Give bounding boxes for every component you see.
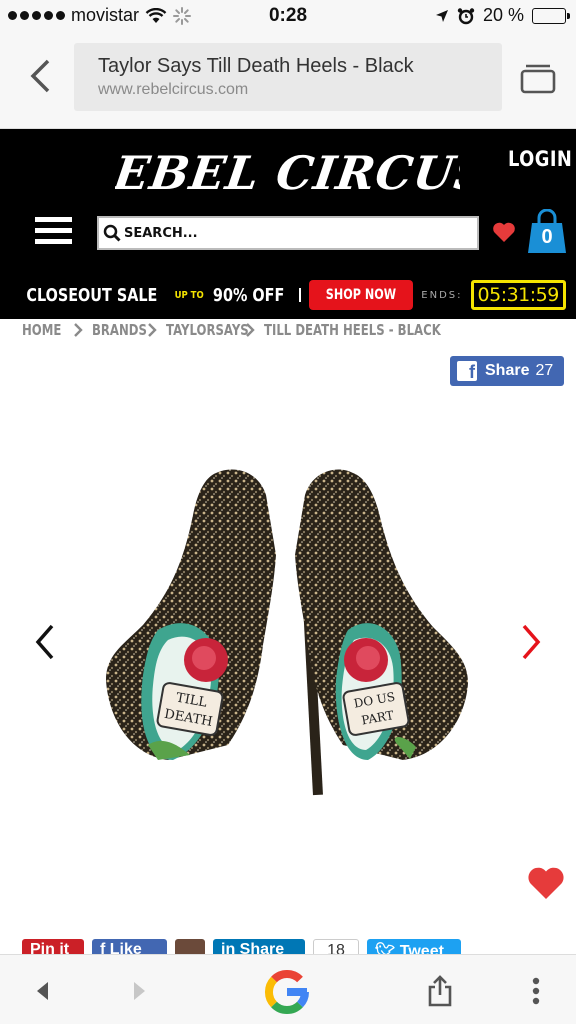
promo-countdown: 05:31:59 <box>470 280 566 310</box>
page-domain: www.rebelcircus.com <box>98 81 249 98</box>
share-icon <box>428 975 452 1007</box>
shop-now-label: SHOP NOW <box>326 287 397 303</box>
chevron-right-icon <box>522 624 541 660</box>
promo-up-to: UP TO <box>174 289 204 301</box>
triangle-right-icon <box>134 982 145 1000</box>
shop-now-button[interactable]: SHOP NOW <box>309 280 414 310</box>
previous-image-arrow[interactable] <box>30 622 60 662</box>
promo-banner: CLOSEOUT SALE UP TO 90% OFF SHOP NOW END… <box>0 277 576 313</box>
toolbar-forward-button[interactable] <box>122 973 158 1009</box>
search-box <box>97 216 479 250</box>
chevron-left-icon <box>30 59 50 93</box>
search-input[interactable] <box>124 225 464 241</box>
location-arrow-icon <box>435 9 448 22</box>
promo-ends-label: ENDS: <box>421 289 463 301</box>
triangle-left-icon <box>37 982 48 1000</box>
fb-share-label: Share <box>485 362 530 379</box>
google-g-icon <box>264 969 310 1014</box>
chevron-left-icon <box>35 624 54 660</box>
promo-closeout: CLOSEOUT SALE <box>26 284 158 306</box>
breadcrumb-home[interactable]: HOME <box>22 321 61 339</box>
menu-hamburger-icon[interactable] <box>35 217 72 245</box>
url-field[interactable]: Taylor Says Till Death Heels - Black www… <box>74 43 502 111</box>
google-home-button[interactable] <box>262 967 312 1017</box>
browser-toolbar <box>0 954 576 1024</box>
tabs-icon <box>520 64 556 94</box>
favorite-heart-icon[interactable] <box>527 866 565 900</box>
page-title: Taylor Says Till Death Heels - Black <box>98 55 414 77</box>
cart-button[interactable]: 0 <box>526 208 568 255</box>
facebook-share-button[interactable]: f Share 27 <box>450 356 564 386</box>
share-button[interactable] <box>422 973 458 1009</box>
status-right: 20 % <box>435 5 570 26</box>
product-image[interactable]: TILL DEATH DO US PART <box>98 455 478 805</box>
next-image-arrow[interactable] <box>516 622 546 662</box>
chevron-right-icon <box>148 323 157 337</box>
promo-percent: 90% OFF <box>213 284 285 306</box>
breadcrumb-brands[interactable]: BRANDS <box>92 321 147 339</box>
vertical-dots-icon <box>532 977 540 1005</box>
status-bar: movistar 0:28 20 % <box>0 0 576 32</box>
browser-address-bar: Taylor Says Till Death Heels - Black www… <box>0 32 576 129</box>
toolbar-back-button[interactable] <box>24 973 60 1009</box>
battery-percent: 20 % <box>482 5 524 25</box>
breadcrumb-current[interactable]: TILL DEATH HEELS - BLACK <box>264 321 441 339</box>
more-options-button[interactable] <box>518 973 554 1009</box>
login-link[interactable]: LOGIN <box>508 147 572 171</box>
battery-icon <box>532 7 570 24</box>
fb-share-count: 27 <box>535 362 554 379</box>
browser-back-button[interactable] <box>20 54 60 98</box>
svg-text:REBEL CIRCUS: REBEL CIRCUS <box>115 146 460 200</box>
chevron-right-icon <box>74 323 83 337</box>
breadcrumb: HOME BRANDS TAYLORSAYS TILL DEATH HEELS … <box>22 319 441 341</box>
promo-divider <box>299 288 302 302</box>
wishlist-heart-icon[interactable] <box>492 221 516 243</box>
tabs-button[interactable] <box>520 62 556 94</box>
site-header: REBEL CIRCUS LOGIN 0 CLOSEOUT SALE UP TO… <box>0 129 576 319</box>
search-icon <box>103 224 121 242</box>
breadcrumb-taylorsays[interactable]: TAYLORSAYS <box>166 321 249 339</box>
cart-count: 0 <box>541 226 553 248</box>
facebook-icon: f <box>457 361 477 381</box>
alarm-clock-icon <box>457 7 475 24</box>
rebel-circus-logo[interactable]: REBEL CIRCUS <box>115 137 460 205</box>
